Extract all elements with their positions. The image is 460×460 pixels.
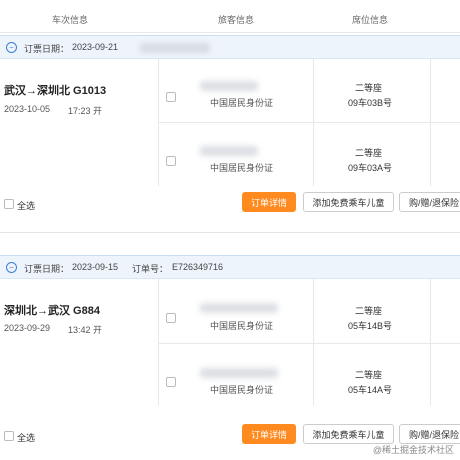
redacted-blur: [140, 43, 210, 53]
train-route: 武汉→深圳北 G1013: [4, 85, 107, 97]
passenger-checkbox[interactable]: [166, 313, 176, 323]
insurance-button[interactable]: 购/赠/退保险: [399, 192, 460, 212]
seat-class: 二等座: [355, 306, 383, 316]
id-type: 中国居民身份证: [210, 98, 274, 108]
table-header: 车次信息 旅客信息 席位信息: [0, 0, 460, 33]
redacted-name: [200, 368, 278, 378]
seat-number: 09车03A号: [348, 163, 393, 173]
passenger-checkbox[interactable]: [166, 92, 176, 102]
watermark: @稀土掘金技术社区: [372, 445, 454, 455]
insurance-button[interactable]: 购/赠/退保险: [399, 424, 460, 444]
order-card: − 订票日期： 2023-09-15 订单号： E726349716 深圳北→武…: [0, 255, 460, 450]
redacted-name: [200, 146, 258, 156]
header-train-info: 车次信息: [52, 15, 89, 25]
order-body: 深圳北→武汉 G884 2023-09-29 13:42 开 中国居民身份证 二…: [0, 279, 460, 406]
select-all-label: 全选: [17, 201, 36, 211]
order-bar: − 订票日期： 2023-09-21: [0, 35, 460, 59]
order-number: E726349716: [172, 262, 224, 272]
seat-class: 二等座: [355, 370, 383, 380]
order-footer: 全选 订单详情 添加免费乘车儿童 购/赠/退保险: [0, 186, 460, 222]
order-bar: − 订票日期： 2023-09-15 订单号： E726349716: [0, 255, 460, 279]
seat-number: 09车03B号: [348, 98, 393, 108]
add-child-button[interactable]: 添加免费乘车儿童: [303, 424, 394, 444]
departure-time: 17:23 开: [68, 106, 103, 116]
departure-time: 13:42 开: [68, 325, 103, 335]
order-detail-button[interactable]: 订单详情: [242, 424, 296, 444]
order-number-label: 订单号：: [132, 264, 169, 274]
train-route: 深圳北→武汉 G884: [4, 305, 100, 317]
passenger-checkbox[interactable]: [166, 156, 176, 166]
id-type: 中国居民身份证: [210, 385, 274, 395]
select-all-checkbox[interactable]: [4, 199, 14, 209]
booking-date: 2023-09-21: [72, 42, 119, 52]
id-type: 中国居民身份证: [210, 321, 274, 331]
collapse-icon[interactable]: −: [6, 262, 17, 273]
travel-date: 2023-10-05: [4, 104, 51, 114]
order-detail-button[interactable]: 订单详情: [242, 192, 296, 212]
booking-date-label: 订票日期：: [24, 264, 70, 274]
redacted-name: [200, 81, 258, 91]
section-separator: [0, 232, 460, 233]
collapse-icon[interactable]: −: [6, 42, 17, 53]
seat-number: 05车14A号: [348, 385, 393, 395]
seat-class: 二等座: [355, 83, 383, 93]
divider: [158, 122, 460, 123]
seat-class: 二等座: [355, 148, 383, 158]
select-all-label: 全选: [17, 433, 36, 443]
order-card: − 订票日期： 2023-09-21 武汉→深圳北 G1013 2023-10-…: [0, 35, 460, 222]
header-passenger-info: 旅客信息: [218, 15, 255, 25]
id-type: 中国居民身份证: [210, 163, 274, 173]
seat-number: 05车14B号: [348, 321, 393, 331]
header-seat-info: 席位信息: [352, 15, 389, 25]
order-body: 武汉→深圳北 G1013 2023-10-05 17:23 开 中国居民身份证 …: [0, 59, 460, 186]
passenger-checkbox[interactable]: [166, 377, 176, 387]
travel-date: 2023-09-29: [4, 323, 51, 333]
booking-date-label: 订票日期：: [24, 44, 70, 54]
divider: [158, 343, 460, 344]
select-all-checkbox[interactable]: [4, 431, 14, 441]
booking-date: 2023-09-15: [72, 262, 119, 272]
add-child-button[interactable]: 添加免费乘车儿童: [303, 192, 394, 212]
redacted-name: [200, 303, 278, 313]
